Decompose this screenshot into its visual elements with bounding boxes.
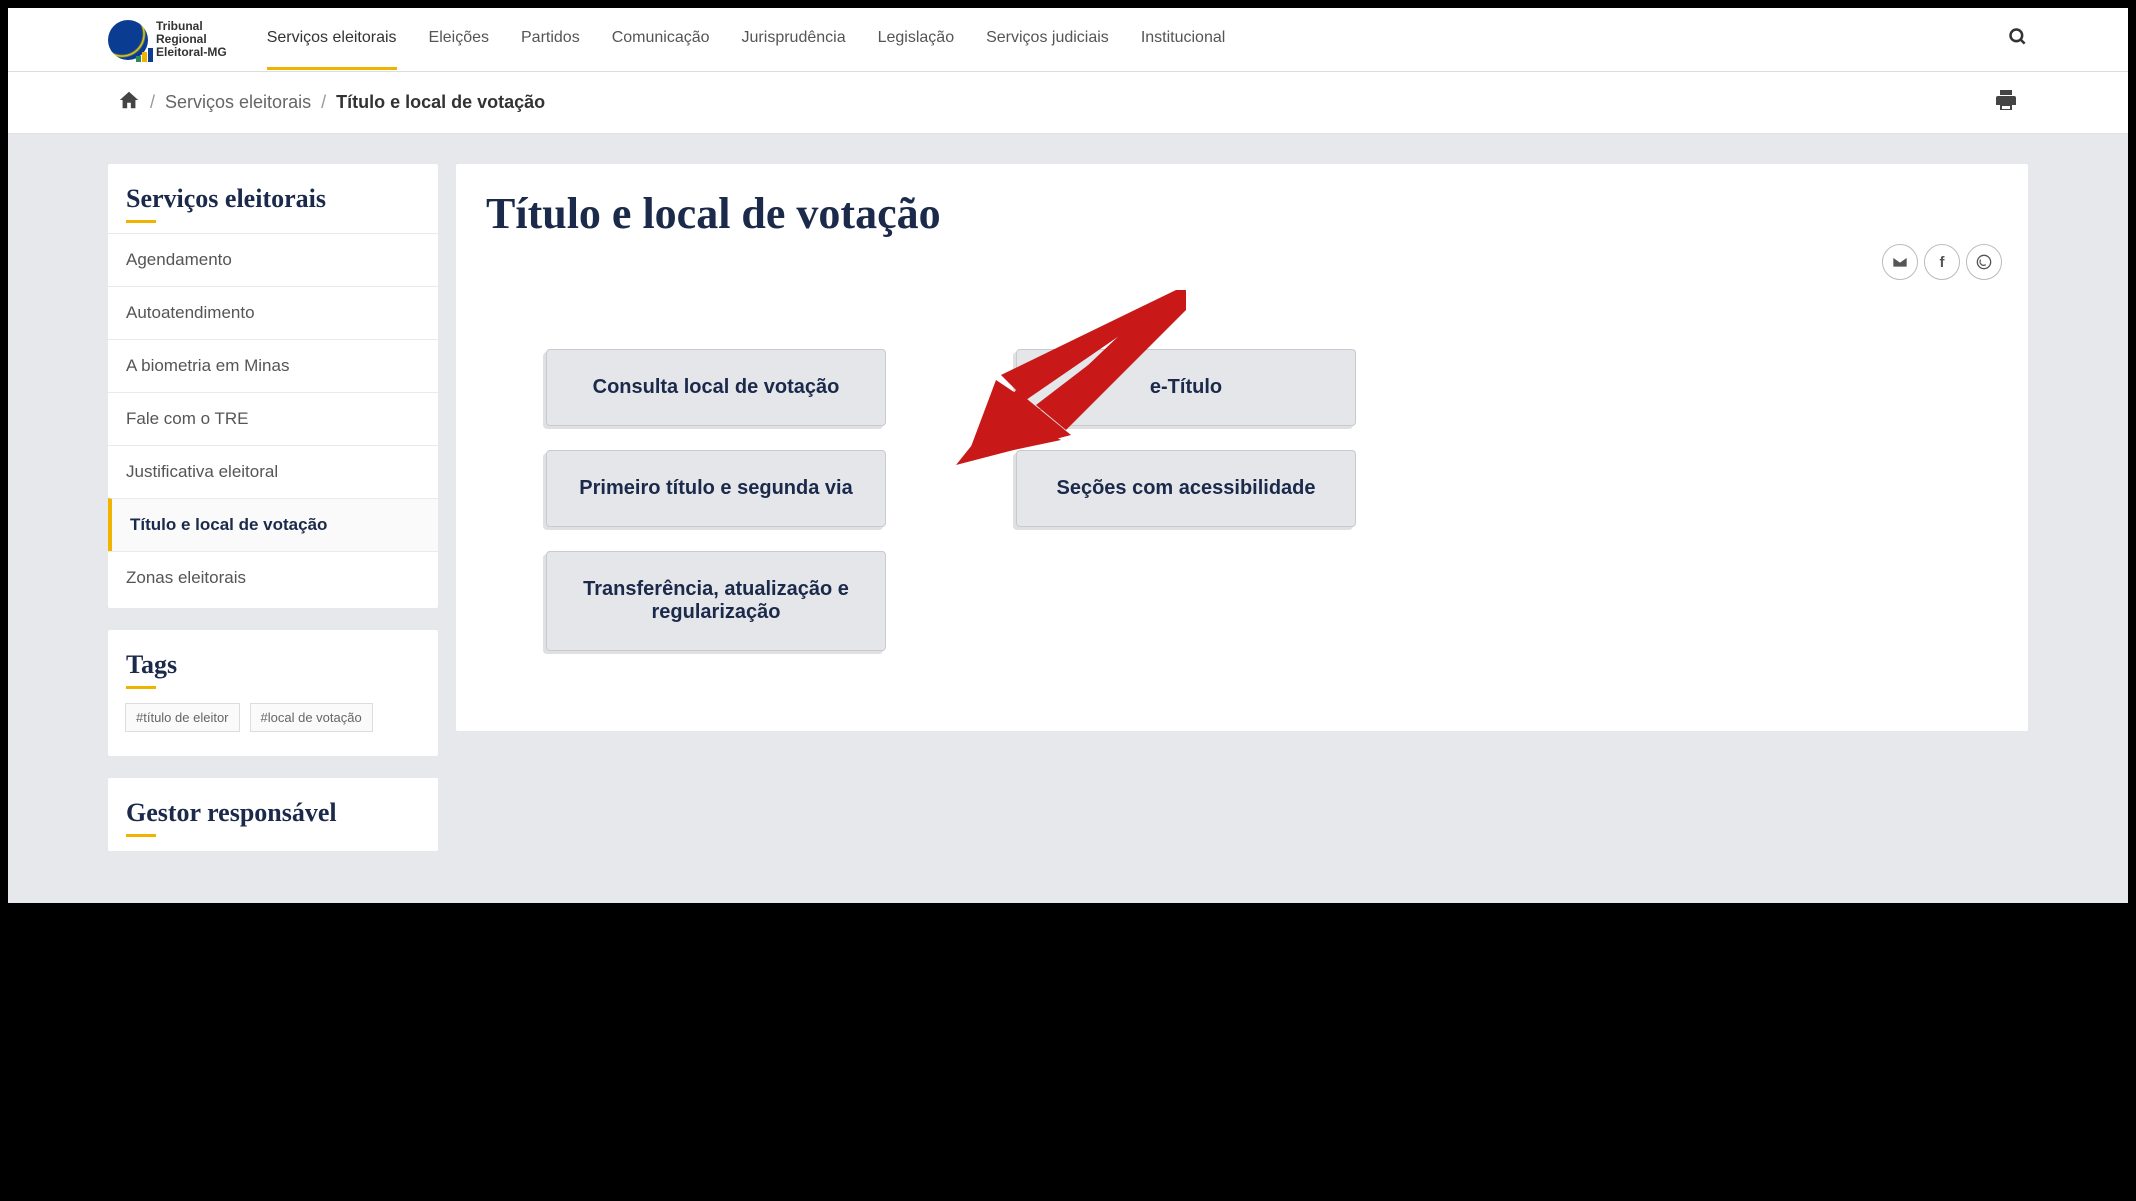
breadcrumb: / Serviços eleitorais / Título e local d… <box>118 89 545 116</box>
card-consulta-local[interactable]: Consulta local de votação <box>546 349 886 426</box>
main-content: Título e local de votação f Consulta <box>456 164 2028 731</box>
logo-icon <box>108 20 148 60</box>
cards-grid: Consulta local de votação e-Título Prime… <box>546 349 1998 651</box>
nav-institucional[interactable]: Institucional <box>1141 9 1226 70</box>
card-etitulo[interactable]: e-Título <box>1016 349 1356 426</box>
sidebar-item-agendamento[interactable]: Agendamento <box>108 233 438 286</box>
breadcrumb-bar: / Serviços eleitorais / Título e local d… <box>8 72 2128 134</box>
sidebar-item-biometria[interactable]: A biometria em Minas <box>108 339 438 392</box>
sidebar-tags-panel: Tags #título de eleitor #local de votaçã… <box>108 630 438 756</box>
sidebar-services-panel: Serviços eleitorais Agendamento Autoaten… <box>108 164 438 608</box>
top-navbar: Tribunal Regional Eleitoral-MG Serviços … <box>8 8 2128 72</box>
share-whatsapp-icon[interactable] <box>1966 244 2002 280</box>
manager-title: Gestor responsável <box>108 778 438 847</box>
nav-partidos[interactable]: Partidos <box>521 9 580 70</box>
breadcrumb-separator: / <box>150 92 155 113</box>
sidebar-item-justificativa[interactable]: Justificativa eleitoral <box>108 445 438 498</box>
card-primeiro-titulo[interactable]: Primeiro título e segunda via <box>546 450 886 527</box>
tags-title: Tags <box>108 630 438 699</box>
sidebar-item-autoatendimento[interactable]: Autoatendimento <box>108 286 438 339</box>
share-buttons: f <box>1882 244 2002 280</box>
nav-jurisprudencia[interactable]: Jurisprudência <box>742 9 846 70</box>
share-email-icon[interactable] <box>1882 244 1918 280</box>
nav-servicos-eleitorais[interactable]: Serviços eleitorais <box>267 9 397 70</box>
breadcrumb-current: Título e local de votação <box>336 92 545 113</box>
nav-legislacao[interactable]: Legislação <box>878 9 955 70</box>
tag-titulo-eleitor[interactable]: #título de eleitor <box>125 703 240 732</box>
main-nav: Serviços eleitorais Eleições Partidos Co… <box>267 9 2008 70</box>
sidebar-item-zonas[interactable]: Zonas eleitorais <box>108 551 438 604</box>
card-secoes-acessibilidade[interactable]: Seções com acessibilidade <box>1016 450 1356 527</box>
sidebar-title: Serviços eleitorais <box>108 164 438 233</box>
nav-eleicoes[interactable]: Eleições <box>429 9 489 70</box>
card-transferencia[interactable]: Transferência, atualização e regularizaç… <box>546 551 886 651</box>
breadcrumb-separator: / <box>321 92 326 113</box>
breadcrumb-home-icon[interactable] <box>118 89 140 116</box>
site-logo[interactable]: Tribunal Regional Eleitoral-MG <box>108 20 227 60</box>
share-facebook-icon[interactable]: f <box>1924 244 1960 280</box>
nav-servicos-judiciais[interactable]: Serviços judiciais <box>986 9 1109 70</box>
nav-comunicacao[interactable]: Comunicação <box>612 9 710 70</box>
sidebar-item-titulo-local[interactable]: Título e local de votação <box>108 498 438 551</box>
sidebar-manager-panel: Gestor responsável <box>108 778 438 851</box>
print-icon[interactable] <box>1994 88 2018 117</box>
page-title: Título e local de votação <box>486 188 1998 239</box>
tag-local-votacao[interactable]: #local de votação <box>250 703 373 732</box>
breadcrumb-link-servicos[interactable]: Serviços eleitorais <box>165 92 311 113</box>
sidebar: Serviços eleitorais Agendamento Autoaten… <box>108 164 438 873</box>
search-icon[interactable] <box>2008 27 2028 52</box>
logo-text: Tribunal Regional Eleitoral-MG <box>156 20 227 60</box>
sidebar-item-fale-tre[interactable]: Fale com o TRE <box>108 392 438 445</box>
